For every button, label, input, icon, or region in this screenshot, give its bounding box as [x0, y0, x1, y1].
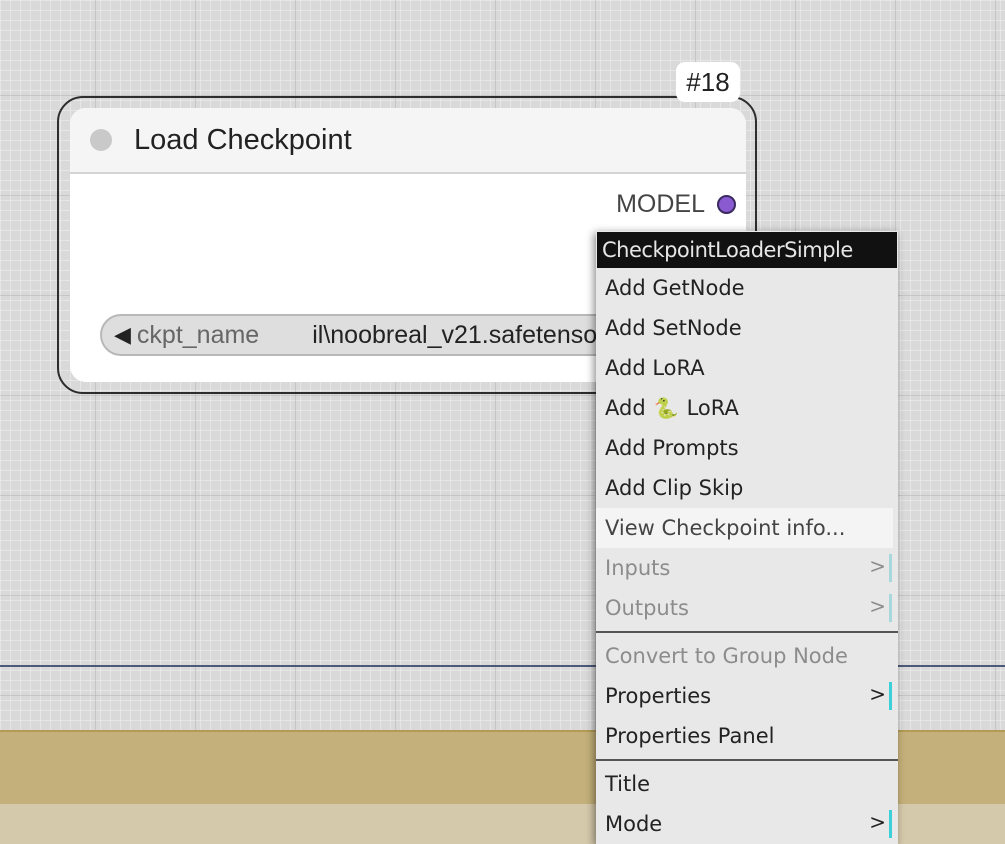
menu-item-outputs[interactable]: Outputs >: [596, 588, 898, 628]
menu-item-add-setnode[interactable]: Add SetNode: [596, 308, 898, 348]
submenu-arrow-icon: >: [869, 810, 886, 834]
menu-item-add-clip-skip[interactable]: Add Clip Skip: [596, 468, 898, 508]
submenu-arrow-icon: >: [869, 554, 886, 578]
widget-value: il\noobreal_v21.safetensors: [312, 320, 618, 349]
submenu-arrow-icon: >: [869, 682, 886, 706]
menu-separator: [596, 759, 898, 761]
context-menu-title: CheckpointLoaderSimple: [597, 232, 897, 268]
menu-item-label: Outputs: [605, 596, 689, 620]
menu-item-label: Add LoRA: [605, 356, 705, 380]
menu-item-label: View Checkpoint info...: [605, 516, 846, 540]
output-model: MODEL: [616, 190, 736, 219]
menu-item-label: Add Clip Skip: [605, 476, 744, 500]
snake-icon: 🐍: [653, 396, 679, 420]
node-status-dot[interactable]: [90, 129, 112, 151]
context-menu: CheckpointLoaderSimple Add GetNode Add S…: [596, 231, 898, 844]
menu-item-add-getnode[interactable]: Add GetNode: [596, 268, 898, 308]
node-title: Load Checkpoint: [134, 123, 352, 156]
menu-item-add-prompts[interactable]: Add Prompts: [596, 428, 898, 468]
menu-item-properties[interactable]: Properties >: [596, 676, 898, 716]
output-slot-dot[interactable]: [717, 195, 736, 214]
output-label: MODEL: [616, 190, 705, 218]
submenu-arrow-icon: >: [869, 594, 886, 618]
menu-item-title[interactable]: Title: [596, 764, 898, 804]
menu-item-convert-to-group-node[interactable]: Convert to Group Node: [596, 636, 898, 676]
menu-item-label-suffix: LoRA: [686, 396, 739, 420]
menu-item-label: Add GetNode: [605, 276, 745, 300]
menu-item-add-snake-lora[interactable]: Add 🐍 LoRA: [596, 388, 898, 428]
menu-separator: [596, 631, 898, 633]
menu-item-label: Properties Panel: [605, 724, 775, 748]
menu-item-label: Add SetNode: [605, 316, 742, 340]
menu-item-label: Mode: [605, 812, 663, 836]
left-arrow-icon[interactable]: ◀: [114, 322, 131, 348]
menu-item-label: Title: [605, 772, 651, 796]
graph-canvas[interactable]: #18 Load Checkpoint MODEL ◀ ckpt_name il…: [0, 0, 1005, 844]
submenu-indicator: [889, 554, 892, 582]
menu-item-label-prefix: Add: [605, 396, 646, 420]
submenu-indicator: [889, 682, 892, 710]
submenu-indicator: [889, 594, 892, 622]
widget-label: ckpt_name: [136, 320, 260, 349]
menu-item-inputs[interactable]: Inputs >: [596, 548, 898, 588]
menu-item-properties-panel[interactable]: Properties Panel: [596, 716, 898, 756]
submenu-indicator: [889, 810, 892, 838]
node-id-badge: #18: [676, 62, 740, 102]
menu-item-mode[interactable]: Mode >: [596, 804, 898, 844]
node-header[interactable]: Load Checkpoint: [70, 108, 746, 174]
menu-item-add-lora[interactable]: Add LoRA: [596, 348, 898, 388]
menu-item-label: Properties: [605, 684, 712, 708]
menu-item-label: Inputs: [605, 556, 671, 580]
menu-item-label: Add Prompts: [605, 436, 739, 460]
menu-item-label: Convert to Group Node: [605, 644, 848, 668]
menu-item-view-checkpoint-info[interactable]: View Checkpoint info...: [596, 508, 893, 548]
